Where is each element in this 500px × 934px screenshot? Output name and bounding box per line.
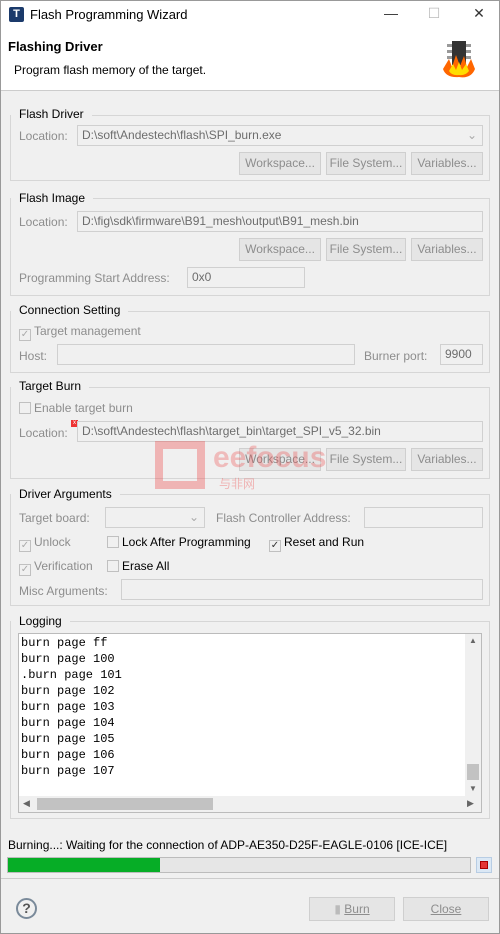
checkbox-checked-icon: ✓ bbox=[19, 329, 31, 341]
close-icon[interactable]: ✕ bbox=[464, 5, 494, 25]
vertical-scroll-thumb[interactable] bbox=[467, 764, 479, 780]
horizontal-scrollbar[interactable]: ◀ ▶ bbox=[19, 796, 481, 812]
progress-fill bbox=[8, 858, 161, 872]
target-management-checkbox[interactable]: ✓ Target management bbox=[19, 324, 141, 341]
log-output[interactable]: burn page ff burn page 100 .burn page 101 b… bbox=[18, 633, 482, 813]
checkbox-checked-icon: ✓ bbox=[269, 540, 281, 552]
checkbox-unchecked-icon bbox=[19, 402, 31, 414]
flash-driver-workspace-button[interactable]: Workspace... bbox=[239, 152, 321, 175]
log-line: burn page 100 bbox=[21, 652, 115, 666]
help-icon[interactable]: ? bbox=[16, 898, 37, 919]
chevron-down-icon: ⌄ bbox=[188, 510, 199, 524]
unlock-label: Unlock bbox=[34, 535, 71, 549]
lock-after-programming-checkbox[interactable]: Lock After Programming bbox=[107, 535, 251, 549]
flash-controller-address-field[interactable] bbox=[364, 507, 483, 528]
burn-chip-icon: ▮ bbox=[334, 902, 345, 916]
misc-arguments-field[interactable] bbox=[121, 579, 483, 600]
target-management-label: Target management bbox=[34, 324, 141, 338]
checkbox-checked-icon: ✓ bbox=[19, 540, 31, 552]
enable-target-burn-label: Enable target burn bbox=[34, 401, 133, 415]
host-field[interactable] bbox=[57, 344, 355, 365]
target-board-label: Target board: bbox=[19, 511, 90, 525]
burn-label: Burn bbox=[344, 902, 370, 916]
log-line: burn page 107 bbox=[21, 764, 115, 778]
flash-image-filesystem-button[interactable]: File System... bbox=[326, 238, 406, 261]
log-line: burn page 106 bbox=[21, 748, 115, 762]
target-board-combo[interactable]: ⌄ bbox=[105, 507, 205, 528]
checkbox-unchecked-icon bbox=[107, 536, 119, 548]
log-line: burn page 105 bbox=[21, 732, 115, 746]
host-label: Host: bbox=[19, 349, 48, 363]
minimize-icon[interactable]: — bbox=[376, 5, 406, 25]
erase-label: Erase All bbox=[122, 559, 170, 573]
page-title: Flashing Driver bbox=[8, 39, 103, 54]
target-burn-filesystem-button[interactable]: File System... bbox=[326, 448, 406, 471]
flash-driver-filesystem-button[interactable]: File System... bbox=[326, 152, 406, 175]
lock-label: Lock After Programming bbox=[122, 535, 251, 549]
connection-title: Connection Setting bbox=[11, 303, 129, 317]
wizard-header: Flashing Driver Program flash memory of … bbox=[1, 29, 499, 91]
burner-port-label: Burner port: bbox=[364, 349, 428, 363]
flash-image-location-field[interactable]: D:\fig\sdk\firmware\B91_mesh\output\B91_… bbox=[77, 211, 483, 232]
watermark-subtext: 与非网 bbox=[219, 477, 256, 491]
watermark-logo bbox=[155, 441, 205, 489]
window-title: Flash Programming Wizard bbox=[30, 7, 188, 22]
start-address-label: Programming Start Address: bbox=[19, 271, 170, 285]
burn-button[interactable]: ▮ Burn bbox=[309, 897, 395, 921]
flash-driver-location-combo[interactable]: D:\soft\Andestech\flash\SPI_burn.exe ⌄ bbox=[77, 125, 483, 146]
enable-target-burn-checkbox[interactable]: Enable target burn bbox=[19, 401, 133, 415]
target-burn-variables-button[interactable]: Variables... bbox=[411, 448, 483, 471]
target-burn-location-label: Location: bbox=[19, 426, 68, 440]
log-line: burn page 102 bbox=[21, 684, 115, 698]
flash-image-title: Flash Image bbox=[11, 191, 94, 205]
flash-image-location-label: Location: bbox=[19, 215, 68, 229]
unlock-checkbox[interactable]: ✓ Unlock bbox=[19, 535, 71, 552]
log-line: burn page 104 bbox=[21, 716, 115, 730]
progress-bar bbox=[7, 857, 471, 873]
misc-arguments-label: Misc Arguments: bbox=[19, 584, 108, 598]
close-button[interactable]: Close bbox=[403, 897, 489, 921]
maximize-icon[interactable]: ☐ bbox=[419, 5, 449, 25]
log-line: burn page ff bbox=[21, 636, 108, 650]
stop-button[interactable] bbox=[476, 857, 492, 873]
target-burn-location-field[interactable]: D:\soft\Andestech\flash\target_bin\targe… bbox=[77, 421, 483, 442]
verification-checkbox[interactable]: ✓ Verification bbox=[19, 559, 93, 576]
page-subtitle: Program flash memory of the target. bbox=[14, 63, 207, 77]
reset-label: Reset and Run bbox=[284, 535, 365, 549]
flash-driver-title: Flash Driver bbox=[11, 107, 92, 121]
checkbox-unchecked-icon bbox=[107, 560, 119, 572]
flash-driver-location-value: D:\soft\Andestech\flash\SPI_burn.exe bbox=[82, 128, 282, 142]
driver-arguments-title: Driver Arguments bbox=[11, 487, 120, 501]
reset-and-run-checkbox[interactable]: ✓ Reset and Run bbox=[269, 535, 364, 552]
title-bar: T Flash Programming Wizard — ☐ ✕ bbox=[1, 1, 499, 29]
vertical-scrollbar[interactable]: ▲ ▼ bbox=[465, 634, 481, 796]
watermark-text: eefocus bbox=[213, 441, 327, 474]
burner-port-field[interactable]: 9900 bbox=[440, 344, 483, 365]
target-burn-title: Target Burn bbox=[11, 379, 90, 393]
flash-driver-variables-button[interactable]: Variables... bbox=[411, 152, 483, 175]
flash-driver-location-label: Location: bbox=[19, 129, 68, 143]
log-line: burn page 103 bbox=[21, 700, 115, 714]
log-line: .burn page 101 bbox=[21, 668, 122, 682]
checkbox-checked-icon: ✓ bbox=[19, 564, 31, 576]
flash-image-variables-button[interactable]: Variables... bbox=[411, 238, 483, 261]
status-text: Burning...: Waiting for the connection o… bbox=[8, 838, 448, 852]
app-icon: T bbox=[9, 7, 24, 22]
chevron-down-icon: ⌄ bbox=[466, 128, 477, 142]
flash-image-workspace-button[interactable]: Workspace... bbox=[239, 238, 321, 261]
stop-icon bbox=[480, 861, 488, 869]
flash-controller-address-label: Flash Controller Address: bbox=[216, 511, 351, 525]
logging-title: Logging bbox=[11, 614, 70, 628]
erase-all-checkbox[interactable]: Erase All bbox=[107, 559, 169, 573]
flash-chip-icon bbox=[443, 41, 475, 78]
verification-label: Verification bbox=[34, 559, 93, 573]
horizontal-scroll-thumb[interactable] bbox=[37, 798, 213, 810]
start-address-field[interactable]: 0x0 bbox=[187, 267, 305, 288]
